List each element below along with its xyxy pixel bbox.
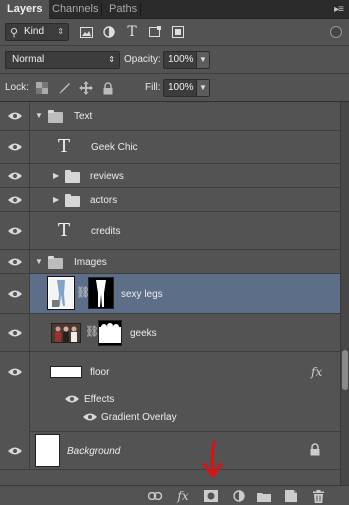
- effects-visibility-eye-icon[interactable]: [64, 393, 80, 405]
- layer-name: credits: [91, 226, 121, 237]
- lock-label: Lock:: [5, 82, 29, 93]
- kind-filter-dropdown[interactable]: ⚲ Kind ⇕: [5, 23, 69, 41]
- layer-name: reviews: [90, 171, 124, 182]
- layers-scrollbar[interactable]: [340, 102, 349, 485]
- updown-arrows-icon: ⇕: [57, 27, 64, 36]
- layer-group-actors[interactable]: ▶ actors: [0, 188, 340, 212]
- text-layer-icon: T: [58, 136, 71, 157]
- layer-locked-icon: [310, 443, 320, 459]
- mask-link-icon[interactable]: ⛓: [85, 325, 99, 338]
- layers-list: ▼ Text T Geek Chic ▶ reviews ▶ actors T …: [0, 102, 349, 485]
- red-arrow-annotation-icon: [200, 440, 226, 483]
- layer-group-images[interactable]: ▼ Images: [0, 250, 340, 274]
- trash-icon[interactable]: [310, 489, 326, 503]
- visibility-eye-icon[interactable]: [0, 188, 30, 211]
- smart-object-filter-icon[interactable]: [170, 24, 186, 40]
- layer-name: Images: [74, 257, 107, 268]
- blend-row: Normal ⇕ Opacity: 100% ▼: [0, 46, 349, 74]
- layer-name: actors: [90, 195, 118, 206]
- folder-icon: [48, 256, 63, 269]
- filter-toggle-icon[interactable]: [330, 26, 342, 38]
- opacity-input[interactable]: 100%: [163, 51, 197, 69]
- layer-fill-thumbnail[interactable]: [50, 366, 82, 378]
- scrollbar-thumb[interactable]: [342, 350, 348, 390]
- layer-name: floor: [90, 367, 110, 378]
- folder-icon: [48, 110, 63, 123]
- type-filter-icon[interactable]: T: [124, 24, 140, 40]
- layer-background-thumbnail[interactable]: [35, 434, 60, 467]
- disclosure-triangle-open-icon[interactable]: ▼: [35, 257, 43, 266]
- opacity-dropdown-arrow[interactable]: ▼: [196, 51, 210, 69]
- panel-tab-bar: Layers Channels Paths ▸≡: [0, 0, 349, 19]
- layer-name: sexy legs: [121, 289, 163, 300]
- visibility-eye-icon[interactable]: [0, 250, 30, 273]
- visibility-eye-icon[interactable]: [0, 131, 30, 163]
- layer-image-thumbnail[interactable]: [47, 276, 75, 310]
- lock-position-icon[interactable]: [79, 81, 93, 95]
- folder-icon: [65, 170, 80, 183]
- new-group-icon[interactable]: [256, 489, 272, 503]
- updown-arrows-icon: ⇕: [108, 55, 115, 64]
- layer-group-text[interactable]: ▼ Text: [0, 102, 340, 131]
- visibility-eye-icon[interactable]: [0, 212, 30, 249]
- link-layers-icon[interactable]: [147, 489, 163, 503]
- search-icon: ⚲: [10, 27, 19, 39]
- lock-all-icon[interactable]: [101, 81, 115, 95]
- text-layer-icon: T: [58, 220, 71, 241]
- fill-input[interactable]: 100%: [163, 79, 197, 97]
- gradient-overlay-visibility-eye-icon[interactable]: [82, 411, 98, 423]
- kind-label: Kind: [24, 26, 45, 37]
- visibility-eye-icon[interactable]: [0, 164, 30, 187]
- visibility-eye-icon[interactable]: [0, 432, 30, 469]
- blend-mode-dropdown[interactable]: Normal ⇕: [5, 51, 120, 69]
- visibility-eye-icon[interactable]: [0, 352, 30, 392]
- layer-text-geek-chic[interactable]: T Geek Chic: [0, 131, 340, 164]
- layer-mask-thumbnail[interactable]: [98, 320, 122, 346]
- folder-icon: [65, 194, 80, 207]
- disclosure-triangle-closed-icon[interactable]: ▶: [53, 171, 59, 180]
- layer-name: Background: [67, 446, 121, 457]
- adjustment-layer-icon[interactable]: [231, 489, 247, 503]
- adjustment-filter-icon[interactable]: [101, 24, 117, 40]
- image-filter-icon[interactable]: [78, 24, 94, 40]
- lock-row: Lock: Fill: 100% ▼: [0, 74, 349, 102]
- layer-sexy-legs[interactable]: ⛓ sexy legs: [0, 274, 340, 314]
- disclosure-triangle-closed-icon[interactable]: ▶: [53, 195, 59, 204]
- layer-name: Geek Chic: [91, 142, 138, 153]
- layer-name: geeks: [130, 328, 157, 339]
- lock-transparent-pixels-icon[interactable]: [35, 81, 49, 95]
- panel-menu-icon[interactable]: ▸≡: [334, 4, 344, 15]
- tab-layers[interactable]: Layers: [0, 0, 50, 19]
- fill-label: Fill:: [145, 82, 161, 93]
- visibility-eye-icon[interactable]: [0, 314, 30, 351]
- new-layer-icon[interactable]: [283, 489, 299, 503]
- layer-effects-fx-icon[interactable]: fx: [311, 365, 322, 379]
- layer-name: Text: [74, 111, 93, 122]
- tab-channels[interactable]: Channels: [45, 0, 105, 19]
- disclosure-triangle-open-icon[interactable]: ▼: [35, 111, 43, 120]
- layers-bottom-toolbar: fx: [0, 485, 349, 505]
- visibility-eye-icon[interactable]: [0, 102, 30, 130]
- shape-filter-icon[interactable]: [147, 24, 163, 40]
- lock-image-pixels-icon[interactable]: [57, 81, 71, 95]
- add-mask-icon[interactable]: [203, 489, 219, 503]
- effects-column-spacer: [0, 392, 30, 432]
- layer-image-thumbnail[interactable]: [51, 323, 81, 343]
- effect-gradient-overlay[interactable]: Gradient Overlay: [101, 412, 177, 423]
- blend-mode-value: Normal: [12, 54, 45, 65]
- layer-geeks[interactable]: ⛓ geeks: [0, 314, 340, 352]
- fill-dropdown-arrow[interactable]: ▼: [196, 79, 210, 97]
- opacity-label: Opacity:: [124, 54, 161, 65]
- layer-floor[interactable]: floor fx Effects Gradient Overlay: [0, 352, 340, 432]
- tab-separator: [140, 3, 141, 16]
- layer-mask-thumbnail[interactable]: [88, 277, 114, 309]
- fx-icon[interactable]: fx: [175, 489, 191, 503]
- layer-text-credits[interactable]: T credits: [0, 212, 340, 250]
- filter-row: ⚲ Kind ⇕ T: [0, 19, 349, 46]
- tab-paths[interactable]: Paths: [102, 0, 144, 19]
- effects-label: Effects: [84, 394, 115, 405]
- layer-group-reviews[interactable]: ▶ reviews: [0, 164, 340, 188]
- layer-background[interactable]: Background: [0, 432, 340, 470]
- visibility-eye-icon[interactable]: [0, 274, 30, 313]
